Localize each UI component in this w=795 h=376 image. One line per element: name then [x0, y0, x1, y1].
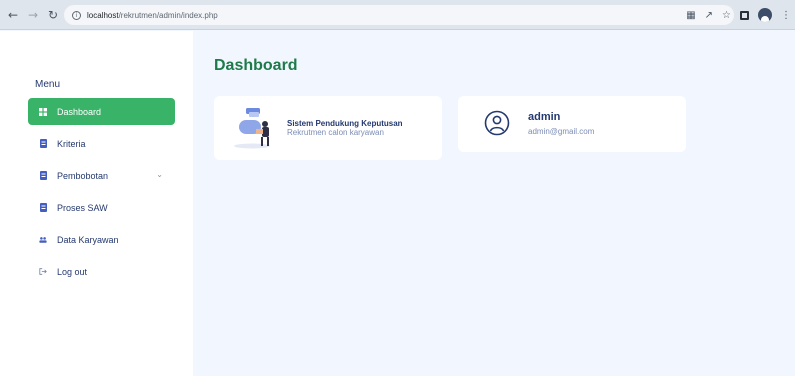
page-title: Dashboard — [214, 57, 298, 74]
sidebar-item-data-karyawan[interactable]: Data Karyawan — [28, 226, 175, 253]
sidebar-item-label: Kriteria — [57, 138, 86, 149]
url-path: /rekrutmen/admin/index.php — [118, 10, 218, 20]
sidebar-item-dashboard[interactable]: Dashboard — [28, 98, 175, 125]
logout-icon — [39, 268, 47, 276]
user-email: admin@gmail.com — [528, 127, 595, 136]
sidebar-item-logout[interactable]: Log out — [28, 258, 175, 285]
kebab-menu-icon[interactable]: ⋮ — [781, 10, 791, 21]
forward-arrow-icon[interactable]: → — [26, 8, 40, 22]
translate-icon[interactable]: ▦ — [686, 10, 695, 21]
browser-toolbar: ← → ↻ i localhost/rekrutmen/admin/index.… — [0, 0, 795, 30]
side-panel-icon[interactable] — [740, 10, 749, 20]
sidebar-item-pembobotan[interactable]: Pembobotan ⌄ — [28, 162, 175, 189]
user-circle-icon — [484, 110, 510, 136]
bookmark-star-icon[interactable]: ☆ — [722, 10, 731, 21]
reload-icon[interactable]: ↻ — [46, 8, 60, 22]
system-info-card: Sistem Pendukung Keputusan Rekrutmen cal… — [214, 96, 442, 160]
menu-title: Menu — [35, 79, 61, 90]
system-title: Sistem Pendukung Keputusan — [287, 119, 403, 128]
people-icon — [39, 236, 47, 244]
user-card: admin admin@gmail.com — [458, 96, 686, 152]
share-icon[interactable]: ↗ — [705, 10, 713, 21]
grid-icon — [39, 107, 47, 116]
file-icon — [39, 139, 47, 148]
user-name: admin — [528, 111, 561, 123]
file-icon — [39, 171, 47, 180]
system-subtitle: Rekrutmen calon karyawan — [287, 128, 384, 137]
sidebar-item-label: Dashboard — [57, 106, 102, 117]
back-arrow-icon[interactable]: ← — [6, 8, 20, 22]
profile-avatar-icon[interactable] — [758, 8, 772, 22]
address-bar[interactable]: i localhost/rekrutmen/admin/index.php — [64, 5, 734, 25]
info-icon[interactable]: i — [72, 10, 81, 20]
sidebar-item-kriteria[interactable]: Kriteria — [28, 130, 175, 157]
sidebar: Menu Dashboard Kriteria Pembobotan ⌄ Pro… — [0, 31, 193, 376]
file-icon — [39, 203, 47, 212]
sidebar-item-label: Proses SAW — [57, 202, 108, 213]
sidebar-item-label: Data Karyawan — [57, 234, 119, 245]
recruitment-illustration — [234, 108, 270, 149]
chevron-down-icon[interactable]: ⌄ — [156, 170, 163, 179]
url-host: localhost — [87, 10, 119, 20]
sidebar-item-label: Pembobotan — [57, 170, 109, 181]
sidebar-item-proses-saw[interactable]: Proses SAW — [28, 194, 175, 221]
sidebar-item-label: Log out — [57, 266, 88, 277]
